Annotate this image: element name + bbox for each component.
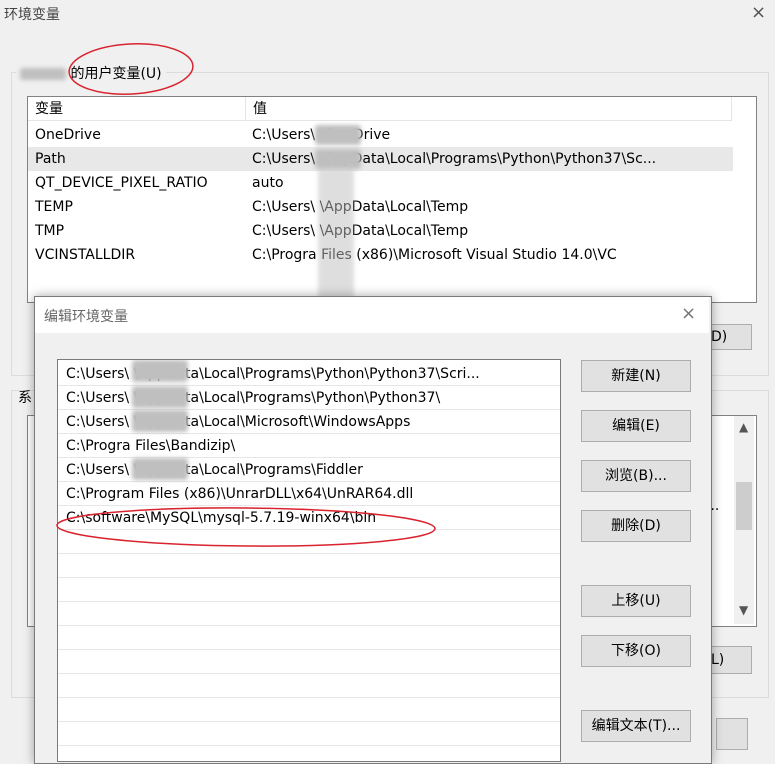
path-entry-empty[interactable] — [58, 746, 560, 761]
delete-button[interactable]: 删除(D) — [581, 510, 691, 542]
user-var-name: TMP — [35, 223, 65, 239]
path-entry[interactable]: C:\Progra Files\Bandizip\ — [58, 434, 560, 458]
blurred-username — [132, 458, 188, 480]
outer-close-icon[interactable]: × — [751, 2, 766, 23]
column-header-variable[interactable]: 变量 — [28, 97, 246, 121]
path-entry-empty[interactable] — [58, 602, 560, 626]
new-button[interactable]: 新建(N) — [581, 360, 691, 392]
path-entry-new[interactable]: C:\software\MySQL\mysql-5.7.19-winx64\bi… — [58, 506, 560, 530]
outer-cancel-button[interactable] — [716, 718, 748, 750]
user-var-name: TEMP — [35, 199, 73, 215]
user-var-value: C:\Progra Files (x86)\Microsoft Visual S… — [252, 247, 617, 263]
path-entry-empty[interactable] — [58, 698, 560, 722]
path-entry-empty[interactable] — [58, 530, 560, 554]
user-var-row[interactable]: TMP C:\Users\ \AppData\Local\Temp — [28, 219, 733, 243]
scroll-up-icon[interactable]: ▲ — [739, 420, 748, 434]
blurred-username — [132, 410, 188, 432]
scrollbar-thumb[interactable] — [736, 482, 752, 530]
user-var-name: Path — [35, 151, 66, 167]
blurred-username — [315, 149, 361, 169]
user-var-row-selected[interactable]: Path C:\Users\ \AppData\Local\Programs\P… — [28, 147, 733, 171]
edit-dialog-title: 编辑环境变量 — [44, 309, 128, 325]
blurred-username — [132, 386, 188, 408]
scroll-down-icon[interactable]: ▼ — [739, 603, 748, 617]
path-entry[interactable]: C:\Program Files (x86)\UnrarDLL\x64\UnRA… — [58, 482, 560, 506]
blurred-username — [315, 125, 361, 145]
column-header-value[interactable]: 值 — [246, 97, 732, 121]
move-up-button[interactable]: 上移(U) — [581, 585, 691, 617]
move-down-button[interactable]: 下移(O) — [581, 635, 691, 667]
browse-button[interactable]: 浏览(B)... — [581, 460, 691, 492]
user-var-value: auto — [252, 175, 284, 191]
user-var-value: C:\Users\ \AppData\Local\Temp — [252, 199, 469, 215]
user-variables-list[interactable]: 变量 值 OneDrive C:\Users\ \OneDrive Path C… — [27, 96, 757, 303]
path-entry-empty[interactable] — [58, 578, 560, 602]
blurred-username — [20, 68, 66, 80]
edit-dialog-titlebar — [35, 297, 709, 333]
user-var-value: C:\Users\ \AppData\Local\Programs\Python… — [252, 151, 657, 167]
path-entry-empty[interactable] — [58, 722, 560, 746]
edit-text-button[interactable]: 编辑文本(T)... — [581, 710, 691, 742]
user-var-name: OneDrive — [35, 127, 101, 143]
user-var-name: VCINSTALLDIR — [35, 247, 136, 263]
user-var-row[interactable]: TEMP C:\Users\ \AppData\Local\Temp — [28, 195, 733, 219]
path-entry-empty[interactable] — [58, 626, 560, 650]
blurred-username — [132, 360, 188, 382]
path-entry-empty[interactable] — [58, 674, 560, 698]
user-variables-label: 的用户变量(U) — [16, 63, 166, 83]
user-var-value: C:\Users\ \AppData\Local\Temp — [252, 223, 469, 239]
user-var-row[interactable]: QT_DEVICE_PIXEL_RATIO auto — [28, 171, 733, 195]
path-entry-empty[interactable] — [58, 554, 560, 578]
edit-button[interactable]: 编辑(E) — [581, 410, 691, 442]
user-var-name: QT_DEVICE_PIXEL_RATIO — [35, 175, 208, 191]
user-var-row[interactable]: VCINSTALLDIR C:\Progra Files (x86)\Micro… — [28, 243, 733, 267]
edit-dialog-close-icon[interactable]: × — [681, 303, 696, 324]
path-entry-empty[interactable] — [58, 650, 560, 674]
path-entries-list[interactable]: C:\Users\ \AppData\Local\Programs\Python… — [57, 359, 561, 762]
system-variables-label: 系 — [18, 390, 32, 406]
outer-dialog-title: 环境变量 — [4, 7, 60, 23]
blurred-username — [318, 169, 354, 299]
user-var-row[interactable]: OneDrive C:\Users\ \OneDrive — [28, 123, 733, 147]
